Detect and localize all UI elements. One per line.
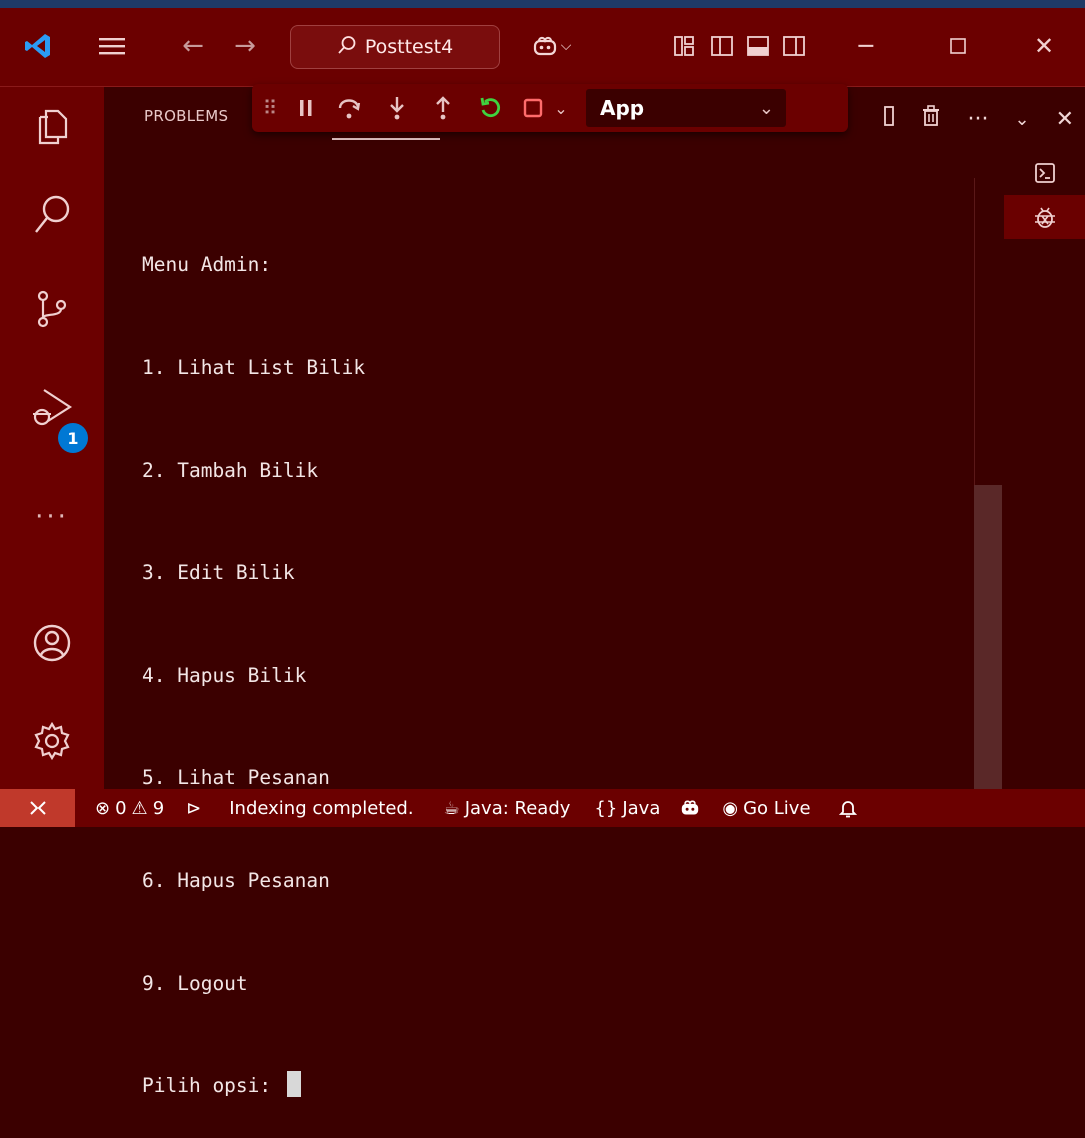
title-bar: ← → Posttest4 ⌵ ─ ✕: [0, 8, 1085, 87]
source-control-icon[interactable]: [26, 283, 78, 335]
manage-gear-icon[interactable]: [26, 715, 78, 767]
terminal-tabs: [1004, 145, 1085, 789]
debug-console-icon[interactable]: [1004, 195, 1085, 239]
terminal-icon[interactable]: [1004, 151, 1085, 195]
stop-icon[interactable]: [516, 84, 550, 132]
go-live-label: Go Live: [743, 797, 811, 819]
coffee-icon: ☕: [443, 797, 460, 819]
go-live-button[interactable]: ◉ Go Live: [722, 798, 810, 819]
run-debug-icon: ⊳: [186, 797, 202, 819]
debug-badge: 1: [58, 423, 88, 453]
status-bar: ⊗ 0 ⚠ 9 ⊳ Indexing completed. ☕ Java: Re…: [0, 789, 1085, 827]
more-icon[interactable]: ···: [26, 491, 78, 543]
braces-icon: {}: [594, 797, 618, 819]
command-center-search[interactable]: Posttest4: [290, 25, 500, 69]
notifications-icon[interactable]: [838, 798, 857, 818]
terminal-cursor: [286, 1071, 301, 1098]
ellipsis-icon[interactable]: ···: [967, 107, 988, 132]
arrow-left-icon[interactable]: ←: [178, 30, 208, 62]
debug-chevron-down-icon[interactable]: ⌄: [550, 84, 572, 132]
pause-icon[interactable]: [288, 84, 324, 132]
terminal-line: 4. Hapus Bilik: [142, 663, 307, 687]
arrow-right-icon[interactable]: →: [230, 30, 260, 62]
debug-config-label: App: [600, 96, 645, 120]
debug-toolbar: ⠿ ⌄ App ⌄: [252, 84, 848, 132]
error-icon: ⊗: [95, 797, 111, 819]
broadcast-icon: ◉: [722, 797, 739, 819]
terminal-scrollbar-thumb[interactable]: [974, 485, 1002, 790]
indexing-status[interactable]: Indexing completed.: [229, 798, 413, 819]
terminal-line: Menu Admin:: [142, 253, 272, 277]
terminal-line: 3. Edit Bilik: [142, 561, 295, 585]
chevron-down-icon: ⌄: [758, 97, 774, 119]
window-top-strip: [0, 0, 1085, 8]
activity-bar: 1 ···: [0, 87, 104, 789]
search-icon: [337, 35, 357, 60]
split-icon[interactable]: [883, 105, 895, 133]
language-mode[interactable]: {} Java: [594, 798, 660, 819]
customize-layout-icon[interactable]: [668, 30, 700, 62]
toggle-secondary-sidebar-icon[interactable]: [778, 30, 810, 62]
search-icon[interactable]: [26, 189, 78, 241]
search-label: Posttest4: [364, 36, 454, 58]
terminal-line: 9. Logout: [142, 971, 248, 995]
java-status[interactable]: ☕ Java: Ready: [444, 798, 571, 819]
tab-problems[interactable]: PROBLEMS: [144, 107, 228, 125]
menu-icon[interactable]: [92, 30, 132, 62]
toggle-primary-sidebar-icon[interactable]: [706, 30, 738, 62]
error-count: 0: [115, 797, 127, 819]
terminal-line: 2. Tambah Bilik: [142, 458, 319, 482]
terminal-line: 6. Hapus Pesanan: [142, 869, 330, 893]
restart-icon[interactable]: [466, 84, 516, 132]
close-icon[interactable]: ✕: [1020, 26, 1068, 66]
warning-count: 9: [152, 797, 165, 819]
chevron-down-icon[interactable]: ⌄: [1014, 109, 1029, 130]
warning-icon: ⚠: [131, 797, 148, 819]
maximize-icon[interactable]: [934, 26, 982, 66]
terminal-output[interactable]: Menu Admin: 1. Lihat List Bilik 2. Tamba…: [142, 180, 942, 1138]
remote-indicator[interactable]: [0, 789, 75, 827]
step-out-icon[interactable]: [420, 84, 466, 132]
vscode-logo: [22, 30, 54, 62]
terminal-prompt-line: Pilih opsi:: [142, 1069, 942, 1103]
accounts-icon[interactable]: [26, 617, 78, 669]
language-label: Java: [622, 797, 661, 819]
terminal-prompt: Pilih opsi:: [142, 1074, 283, 1098]
step-into-icon[interactable]: [374, 84, 420, 132]
minimize-icon[interactable]: ─: [842, 26, 890, 66]
toggle-panel-icon[interactable]: [742, 30, 774, 62]
terminal-line: 1. Lihat List Bilik: [142, 356, 366, 380]
step-over-icon[interactable]: [324, 84, 374, 132]
drag-handle-icon[interactable]: ⠿: [252, 84, 288, 132]
panel-actions: ··· ⌄ ✕: [883, 105, 1074, 133]
copilot-icon[interactable]: ⌵: [520, 28, 584, 64]
debug-run-status[interactable]: ⊳: [186, 798, 201, 819]
chevron-down-icon: ⌵: [560, 38, 572, 54]
trash-icon[interactable]: [921, 105, 941, 133]
problems-status[interactable]: ⊗ 0 ⚠ 9: [95, 798, 164, 819]
debug-config-select[interactable]: App ⌄: [586, 89, 786, 127]
copilot-status-icon[interactable]: [680, 799, 700, 817]
close-panel-icon[interactable]: ✕: [1056, 107, 1074, 132]
java-status-label: Java: Ready: [464, 797, 571, 819]
explorer-icon[interactable]: [26, 101, 78, 153]
active-tab-indicator: [332, 138, 440, 140]
